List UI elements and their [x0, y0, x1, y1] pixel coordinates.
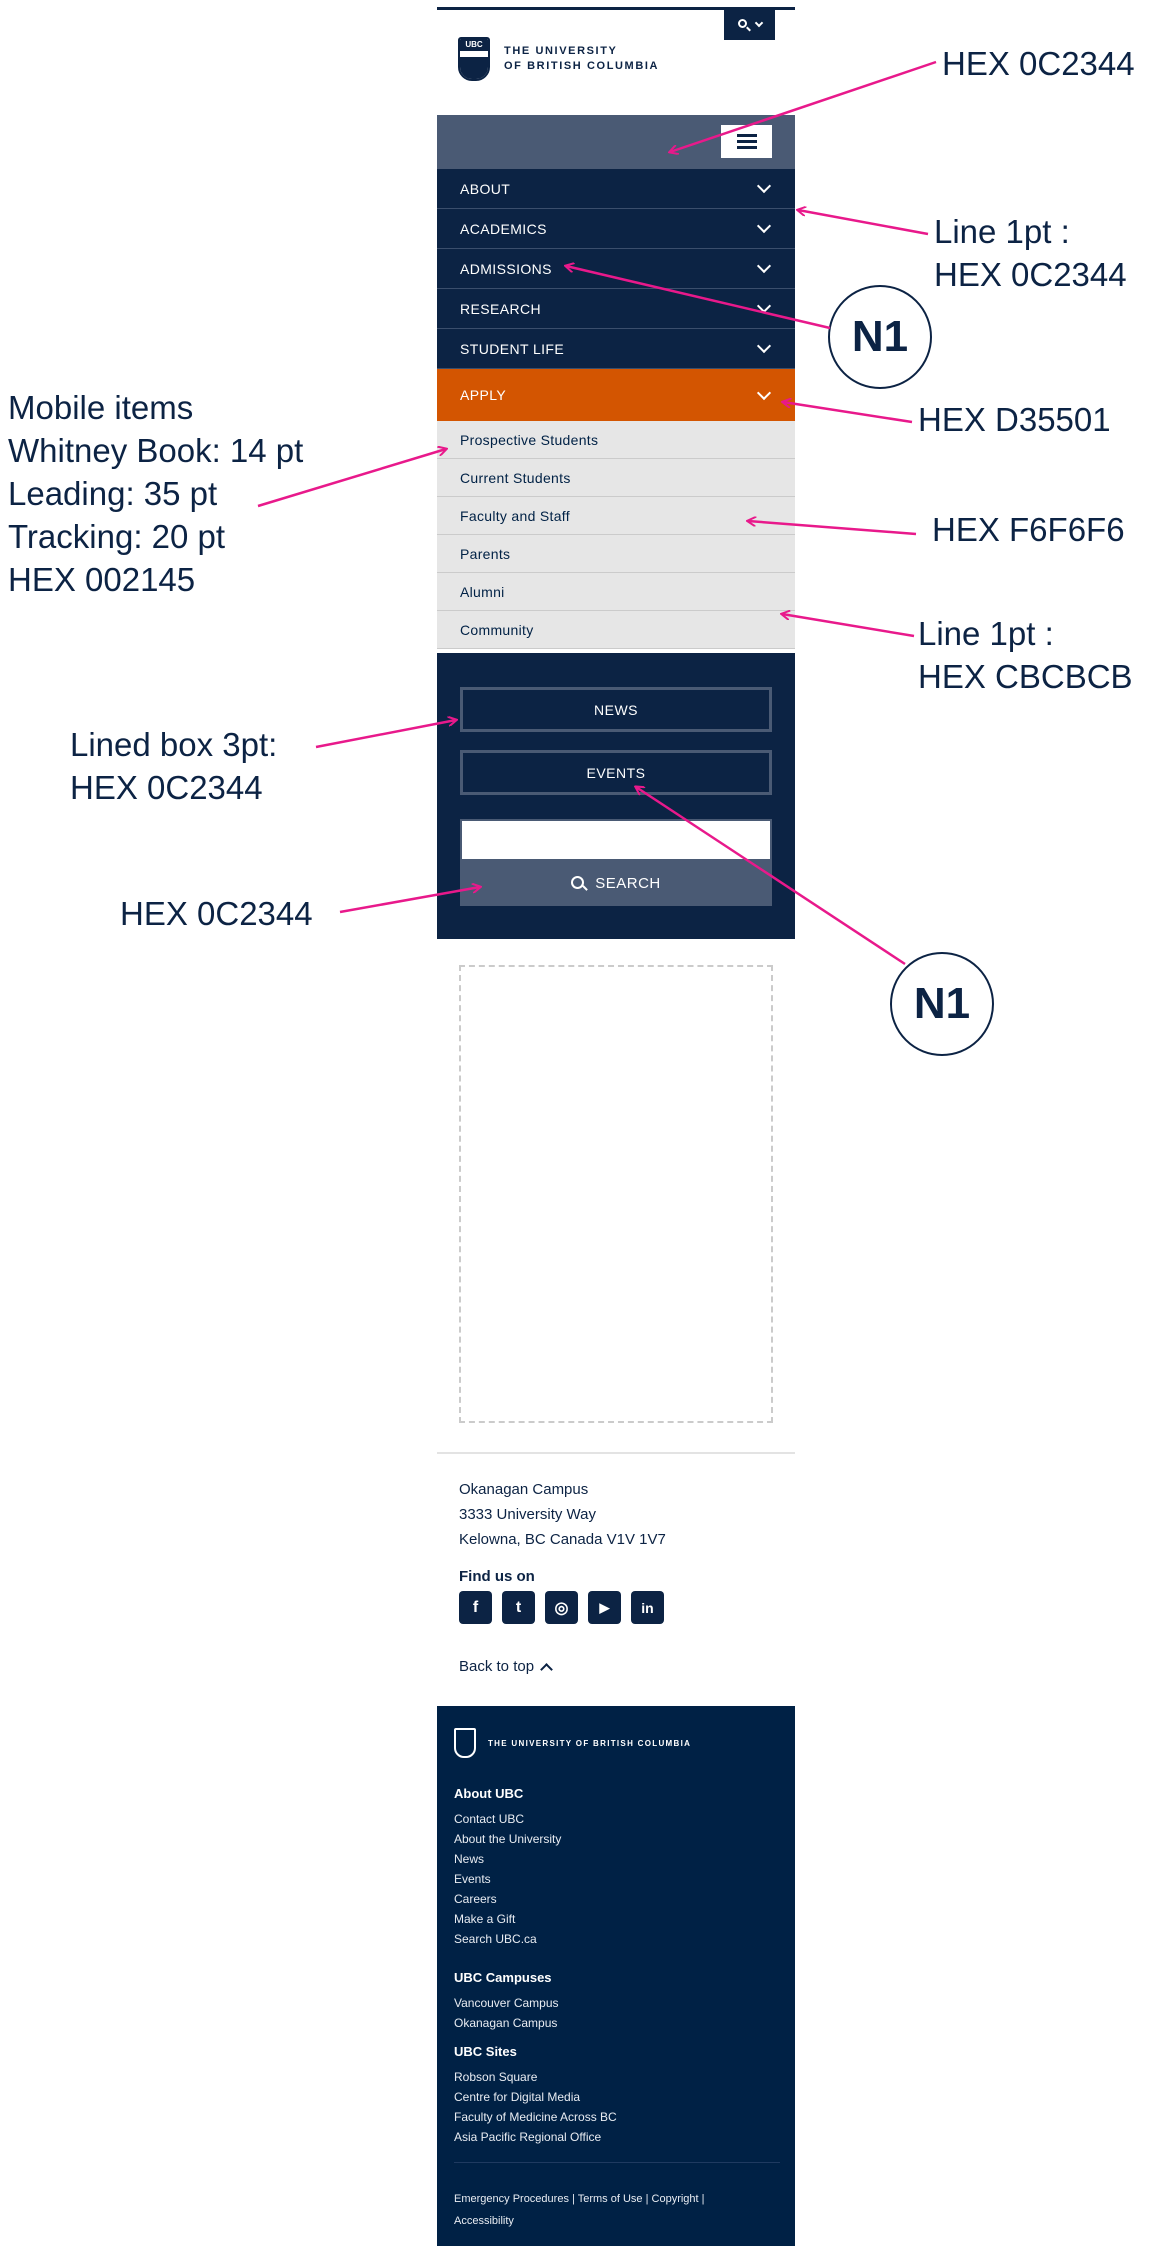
ubc-wordmark: THE UNIVERSITY OF BRITISH COLUMBIA: [504, 45, 660, 72]
footer-logo[interactable]: THE UNIVERSITY OF BRITISH COLUMBIA: [454, 1728, 691, 1758]
site-footer: THE UNIVERSITY OF BRITISH COLUMBIA About…: [437, 1706, 795, 2246]
ubc-crest-icon: [454, 1728, 476, 1758]
find-us-label: Find us on: [459, 1568, 535, 1585]
chevron-down-icon: [756, 298, 772, 314]
legal-link[interactable]: Accessibility: [454, 2215, 514, 2227]
footer-link[interactable]: Careers: [454, 1889, 561, 1909]
nav-utility-panel: NEWS EVENTS SEARCH: [437, 653, 795, 939]
youtube-icon[interactable]: ▶: [588, 1591, 621, 1624]
search-toggle-button[interactable]: [724, 10, 775, 40]
chevron-down-icon: [754, 18, 763, 28]
submenu-item-prospective-students[interactable]: Prospective Students: [437, 421, 795, 459]
annotation-hex-search: HEX 0C2344: [120, 895, 313, 932]
legal-links: Emergency Procedures | Terms of Use | Co…: [454, 2193, 705, 2227]
footer-about-section: About UBC Contact UBC About the Universi…: [454, 1786, 561, 1949]
nav-item-apply[interactable]: APPLY: [437, 369, 795, 421]
nav-item-student-life[interactable]: STUDENT LIFE: [437, 329, 795, 369]
nav-item-research[interactable]: RESEARCH: [437, 289, 795, 329]
footer-link[interactable]: Faculty of Medicine Across BC: [454, 2107, 617, 2127]
annotation-hex-submenu: HEX F6F6F6: [932, 511, 1125, 548]
ubc-crest-icon: UBC: [458, 37, 490, 81]
search-button[interactable]: SEARCH: [460, 861, 772, 906]
hamburger-icon: [736, 134, 757, 137]
mobile-page: UBC THE UNIVERSITY OF BRITISH COLUMBIA A…: [437, 0, 795, 2246]
search-icon: [737, 19, 751, 32]
annotation-n1-lower: N1: [890, 952, 994, 1056]
annotation-n1-upper: N1: [828, 285, 932, 389]
footer-link[interactable]: Search UBC.ca: [454, 1929, 561, 1949]
submenu-item-community[interactable]: Community: [437, 611, 795, 649]
chevron-up-icon: [540, 1662, 553, 1676]
social-links: f t ◎ ▶ in: [459, 1591, 664, 1624]
footer-divider: [437, 1452, 795, 1454]
facebook-icon[interactable]: f: [459, 1591, 492, 1624]
legal-link[interactable]: Terms of Use: [578, 2193, 643, 2205]
annotation-lined-box: Lined box 3pt: HEX 0C2344: [70, 726, 278, 806]
chevron-down-icon: [756, 338, 772, 354]
main-nav: ABOUT ACADEMICS ADMISSIONS RESEARCH STUD…: [437, 169, 795, 421]
footer-link[interactable]: Okanagan Campus: [454, 2013, 559, 2033]
back-to-top-link[interactable]: Back to top: [459, 1658, 553, 1676]
nav-item-about[interactable]: ABOUT: [437, 169, 795, 209]
footer-rule: [454, 2162, 780, 2163]
footer-link[interactable]: Contact UBC: [454, 1809, 561, 1829]
submenu-item-current-students[interactable]: Current Students: [437, 459, 795, 497]
annotation-line-grey: Line 1pt : HEX CBCBCB: [918, 615, 1133, 695]
footer-link[interactable]: Vancouver Campus: [454, 1993, 559, 2013]
submenu-item-parents[interactable]: Parents: [437, 535, 795, 573]
annotation-hex-navy: HEX 0C2344: [942, 45, 1135, 82]
instagram-icon[interactable]: ◎: [545, 1591, 578, 1624]
news-button[interactable]: NEWS: [460, 687, 772, 732]
submenu-item-alumni[interactable]: Alumni: [437, 573, 795, 611]
apply-submenu: Prospective Students Current Students Fa…: [437, 421, 795, 649]
footer-link[interactable]: Make a Gift: [454, 1909, 561, 1929]
footer-sites-section: UBC Sites Robson Square Centre for Digit…: [454, 2044, 617, 2147]
footer-link[interactable]: About the University: [454, 1829, 561, 1849]
annotation-hex-apply: HEX D35501: [918, 401, 1111, 438]
linkedin-icon[interactable]: in: [631, 1591, 664, 1624]
ubc-logo[interactable]: UBC THE UNIVERSITY OF BRITISH COLUMBIA: [458, 37, 659, 81]
annotation-mobile-items: Mobile items Whitney Book: 14 pt Leading…: [8, 389, 304, 598]
search-icon: [571, 875, 589, 892]
twitter-icon[interactable]: t: [502, 1591, 535, 1624]
nav-header-bar: [437, 115, 795, 169]
chevron-down-icon: [756, 385, 772, 400]
legal-link[interactable]: Emergency Procedures: [454, 2193, 569, 2205]
campus-address: Okanagan Campus 3333 University Way Kelo…: [459, 1481, 666, 1548]
chevron-down-icon: [756, 178, 772, 194]
footer-campuses-section: UBC Campuses Vancouver Campus Okanagan C…: [454, 1970, 559, 2033]
chevron-down-icon: [756, 218, 772, 234]
chevron-down-icon: [756, 258, 772, 274]
footer-link[interactable]: Events: [454, 1869, 561, 1889]
content-placeholder: [459, 965, 773, 1423]
menu-toggle-button[interactable]: [721, 125, 772, 158]
footer-link[interactable]: Centre for Digital Media: [454, 2087, 617, 2107]
footer-link[interactable]: News: [454, 1849, 561, 1869]
footer-link[interactable]: Robson Square: [454, 2067, 617, 2087]
legal-link[interactable]: Copyright: [652, 2193, 699, 2205]
submenu-item-faculty-and-staff[interactable]: Faculty and Staff: [437, 497, 795, 535]
nav-item-admissions[interactable]: ADMISSIONS: [437, 249, 795, 289]
nav-item-academics[interactable]: ACADEMICS: [437, 209, 795, 249]
footer-link[interactable]: Asia Pacific Regional Office: [454, 2127, 617, 2147]
search-input[interactable]: [460, 819, 772, 861]
events-button[interactable]: EVENTS: [460, 750, 772, 795]
annotation-line-navy: Line 1pt : HEX 0C2344: [934, 213, 1127, 293]
